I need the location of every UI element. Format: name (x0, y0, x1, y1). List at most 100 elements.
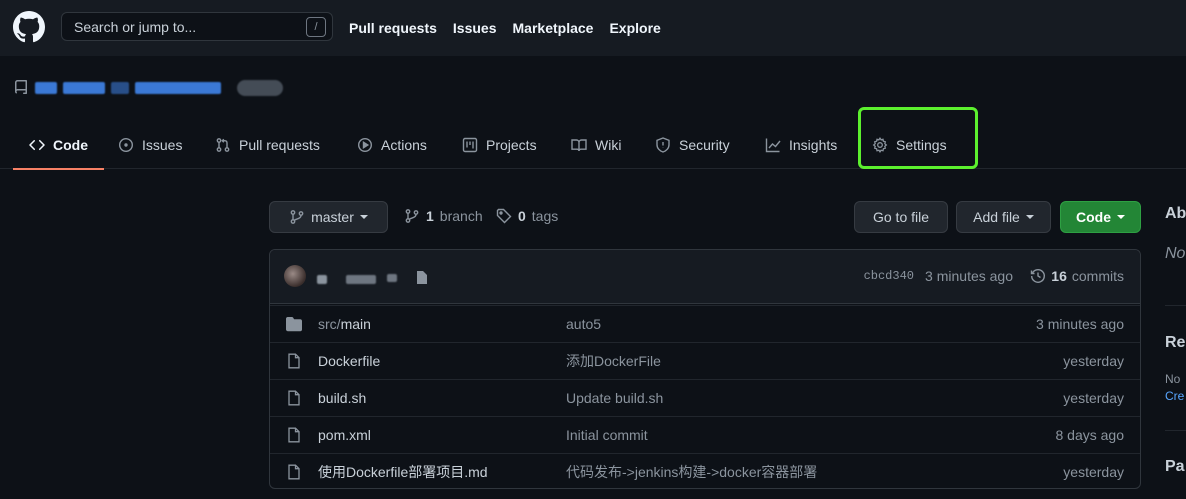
tab-wiki[interactable]: Wiki (571, 120, 621, 169)
file-icon (417, 271, 427, 284)
tab-issues[interactable]: Issues (118, 120, 182, 169)
branch-label: branch (439, 208, 483, 224)
commit-message-link[interactable]: 添加DockerFile (566, 351, 661, 371)
tab-label: Issues (142, 136, 183, 153)
file-icon (288, 427, 300, 443)
commit-message-link[interactable]: 代码发布->jenkins构建->docker容器部署 (566, 462, 817, 482)
branches-link[interactable]: 1 branch (404, 200, 483, 232)
branch-select-button[interactable]: master (269, 201, 388, 233)
nav-pull-requests[interactable]: Pull requests (349, 20, 437, 36)
tab-pull-requests[interactable]: Pull requests (215, 120, 320, 169)
code-download-button[interactable]: Code (1060, 201, 1141, 233)
tags-link[interactable]: 0 tags (496, 200, 558, 232)
history-icon (1031, 269, 1046, 283)
git-branch-icon (405, 209, 419, 223)
global-nav: Pull requests Issues Marketplace Explore (349, 0, 661, 56)
commits-history-link[interactable]: 16 commits (1030, 268, 1124, 284)
tab-insights[interactable]: Insights (765, 120, 837, 169)
tab-label: Insights (789, 136, 838, 153)
file-age: 8 days ago (1055, 427, 1125, 443)
nav-issues[interactable]: Issues (453, 20, 497, 36)
commit-message-link[interactable]: Initial commit (566, 427, 648, 443)
folder-icon (286, 317, 302, 332)
tag-icon (496, 208, 512, 224)
go-to-file-button[interactable]: Go to file (854, 201, 948, 233)
tab-security[interactable]: Security (655, 120, 730, 169)
branch-name: master (311, 209, 354, 225)
obscured-commit-message (387, 274, 397, 282)
sidebar-divider (1165, 430, 1186, 431)
latest-commit-row: cbcd340 3 minutes ago 16 commits (270, 250, 1140, 304)
sidebar-divider (1165, 305, 1186, 306)
search-shortcut-key: / (306, 16, 326, 37)
file-age: yesterday (1063, 390, 1124, 406)
create-release-link[interactable]: Cre (1165, 389, 1184, 403)
obscured-separator (111, 82, 129, 94)
file-name[interactable]: src/main (318, 316, 371, 332)
file-path-name: main (340, 316, 371, 332)
tab-label: Projects (486, 136, 537, 153)
book-icon (571, 138, 587, 151)
file-age: 3 minutes ago (1036, 316, 1124, 332)
commit-message-link[interactable]: Update build.sh (566, 390, 663, 406)
file-row[interactable]: build.sh Update build.sh yesterday (270, 379, 1140, 416)
commit-time: 3 minutes ago (925, 268, 1013, 284)
chevron-down-icon (359, 215, 368, 219)
file-row[interactable]: pom.xml Initial commit 8 days ago (270, 416, 1140, 453)
tag-count: 0 (518, 208, 526, 224)
add-file-button[interactable]: Add file (956, 201, 1051, 233)
file-age: yesterday (1063, 353, 1124, 369)
nav-marketplace[interactable]: Marketplace (513, 20, 594, 36)
chevron-down-icon (1117, 215, 1125, 219)
obscured-owner[interactable] (35, 82, 57, 94)
commit-count-label: commits (1071, 268, 1124, 284)
file-path-prefix: src/ (318, 316, 341, 332)
avatar[interactable] (284, 265, 306, 287)
obscured-visibility-badge (237, 80, 283, 96)
github-logo-icon[interactable] (13, 11, 45, 43)
file-row[interactable]: src/main auto5 3 minutes ago (270, 305, 1140, 342)
tab-projects[interactable]: Projects (462, 120, 537, 169)
releases-heading[interactable]: Re (1165, 334, 1185, 352)
nav-explore[interactable]: Explore (609, 20, 660, 36)
chevron-down-icon (1025, 215, 1034, 219)
file-icon (288, 353, 300, 369)
tab-label: Actions (381, 136, 427, 153)
search-input[interactable]: Search or jump to... / (61, 12, 333, 41)
file-age: yesterday (1063, 464, 1124, 480)
tab-label: Security (679, 136, 730, 153)
code-button-label: Code (1076, 209, 1111, 225)
project-icon (462, 137, 478, 152)
repo-icon (14, 80, 27, 94)
obscured-commit-message[interactable] (346, 275, 376, 284)
about-description: No (1165, 245, 1186, 262)
tab-code[interactable]: Code (13, 120, 104, 170)
play-icon (357, 137, 373, 152)
repo-title-obscured (13, 76, 283, 100)
tab-actions[interactable]: Actions (357, 120, 427, 169)
settings-highlight-annotation (858, 107, 978, 169)
file-name[interactable]: build.sh (318, 390, 366, 406)
file-icon (288, 390, 300, 406)
file-name[interactable]: 使用Dockerfile部署项目.md (318, 462, 488, 482)
global-header: Search or jump to... / Pull requests Iss… (0, 0, 1186, 56)
obscured-owner[interactable] (63, 82, 105, 94)
issue-opened-icon (118, 137, 134, 152)
git-branch-icon (290, 210, 304, 224)
tag-label: tags (531, 208, 559, 224)
file-name[interactable]: Dockerfile (318, 353, 380, 369)
commit-sha-link[interactable]: cbcd340 (864, 269, 914, 283)
file-row[interactable]: Dockerfile 添加DockerFile yesterday (270, 342, 1140, 379)
packages-heading[interactable]: Pa (1165, 458, 1185, 476)
tab-label: Code (53, 136, 88, 153)
commit-count: 16 (1051, 268, 1067, 284)
obscured-author[interactable] (317, 275, 327, 284)
obscured-repo-name[interactable] (135, 82, 221, 94)
git-pull-request-icon (216, 137, 230, 152)
shield-icon (656, 136, 670, 153)
tab-label: Wiki (595, 136, 622, 153)
file-row[interactable]: 使用Dockerfile部署项目.md 代码发布->jenkins构建->doc… (270, 453, 1140, 488)
file-name[interactable]: pom.xml (318, 427, 371, 443)
graph-icon (765, 138, 781, 152)
commit-message-link[interactable]: auto5 (566, 316, 601, 332)
